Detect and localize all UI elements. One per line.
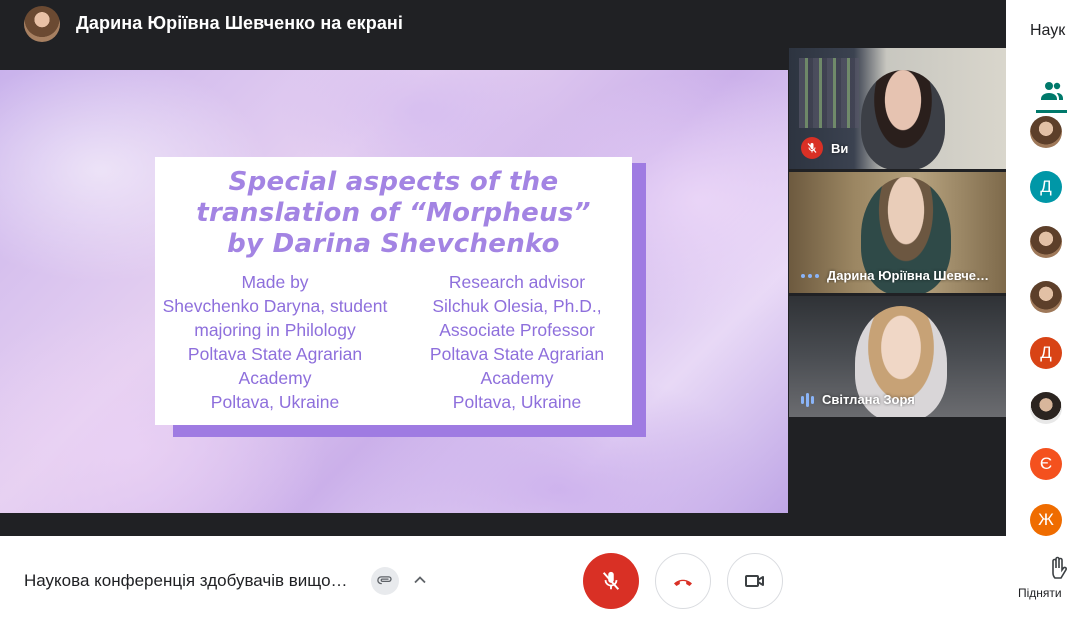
advisor-line: Academy — [480, 368, 554, 388]
active-tab-indicator — [1036, 110, 1067, 113]
presentation-screen: Special aspects of the translation of “M… — [0, 70, 788, 513]
author-line: Made by — [241, 272, 309, 292]
presenter-avatar — [24, 6, 60, 42]
background-shelf — [799, 58, 859, 128]
people-icon[interactable] — [1040, 80, 1064, 107]
presenter-title: Дарина Юріївна Шевченко на екрані — [76, 13, 404, 33]
camera-icon — [745, 575, 764, 587]
tile-label: Світлана Зоря — [801, 392, 915, 407]
advisor-line: Poltava, Ukraine — [452, 392, 582, 412]
slide-title-line: translation of “Morpheus” — [196, 198, 591, 228]
advisor-line: Poltava State Agrarian — [429, 344, 605, 364]
author-line: majoring in Philology — [194, 320, 356, 340]
mic-off-icon — [602, 571, 620, 590]
mic-toggle-button[interactable] — [583, 553, 639, 609]
raise-hand-label: Підняти — [1018, 586, 1062, 600]
participants-panel: Наук Д Д ЄЖ — [1006, 0, 1067, 536]
advisor-line: Silchuk Olesia, Ph.D., — [432, 296, 602, 316]
meeting-title[interactable]: Наукова конференція здобувачів вищо… — [24, 571, 348, 591]
participant-avatar[interactable] — [1030, 392, 1062, 424]
slide-title: Special aspects of the translation of “M… — [155, 167, 632, 260]
author-line: Poltava, Ukraine — [210, 392, 340, 412]
participant-avatar[interactable] — [1030, 226, 1062, 258]
call-controls-bar: Наукова конференція здобувачів вищо… Під… — [0, 536, 1067, 626]
speaking-bars-icon — [801, 392, 814, 407]
author-line: Shevchenko Daryna, student — [162, 296, 388, 316]
advisor-line: Associate Professor — [439, 320, 595, 340]
slide-title-line: Special aspects of the — [228, 167, 559, 197]
attachment-icon[interactable] — [371, 567, 399, 595]
participant-avatar[interactable] — [1030, 281, 1062, 313]
chevron-up-icon[interactable] — [410, 570, 430, 595]
author-line: Academy — [238, 368, 312, 388]
mic-off-icon — [801, 137, 823, 159]
tile-label: Ви — [801, 137, 848, 159]
author-column: Made by Shevchenko Daryna, student major… — [155, 270, 395, 414]
raise-hand-button[interactable]: Підняти — [1018, 556, 1067, 612]
author-line: Poltava State Agrarian — [187, 344, 363, 364]
advisor-line: Research advisor — [448, 272, 586, 292]
slide-title-line: by Darina Shevchenko — [227, 229, 560, 259]
more-dots-icon — [801, 273, 819, 278]
participant-tile[interactable]: Світлана Зоря — [789, 296, 1006, 417]
participant-tile-self[interactable]: Ви — [789, 48, 1006, 169]
tile-label: Дарина Юріївна Шевче… — [801, 268, 989, 283]
participant-avatar[interactable]: Д — [1030, 171, 1062, 203]
participant-avatar[interactable] — [1030, 116, 1062, 148]
hand-icon — [1052, 556, 1067, 579]
slide-card: Special aspects of the translation of “M… — [155, 157, 632, 425]
camera-toggle-button[interactable] — [727, 553, 783, 609]
participant-name: Дарина Юріївна Шевче… — [827, 268, 989, 283]
panel-title: Наук — [1030, 22, 1066, 39]
hang-up-icon — [674, 579, 692, 586]
end-call-button[interactable] — [655, 553, 711, 609]
participant-name: Світлана Зоря — [822, 392, 915, 407]
participant-video — [861, 70, 945, 169]
participant-avatar[interactable]: Є — [1030, 448, 1062, 480]
participant-tile[interactable]: Дарина Юріївна Шевче… — [789, 172, 1006, 293]
participant-name: Ви — [831, 140, 849, 156]
participant-avatar[interactable]: Д — [1030, 337, 1062, 369]
participant-avatar[interactable]: Ж — [1030, 504, 1062, 536]
advisor-column: Research advisor Silchuk Olesia, Ph.D., … — [397, 270, 637, 414]
